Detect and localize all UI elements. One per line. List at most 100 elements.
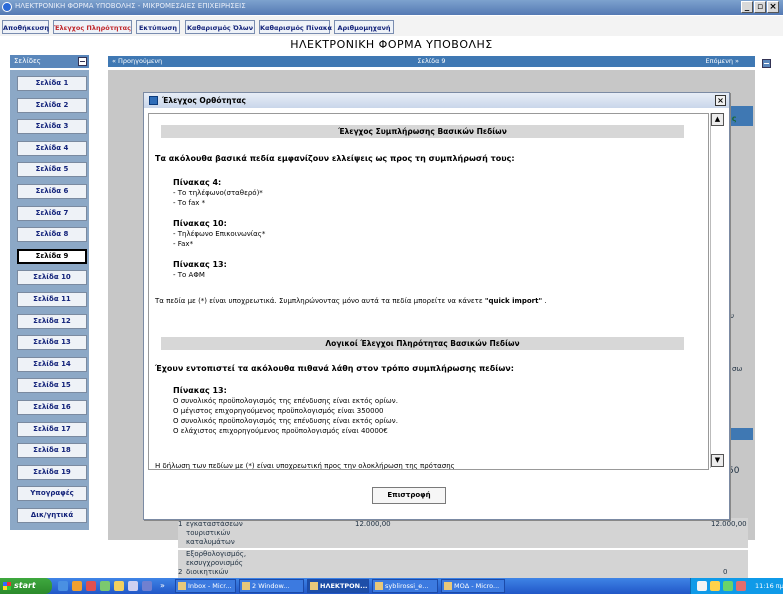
sidebar-item[interactable]: Σελίδα 2 [17,97,87,113]
sidebar-item[interactable]: Σελίδα 14 [17,356,87,372]
row-label: Εξορθολογισμός, [186,550,247,558]
start-button[interactable]: start [0,578,52,594]
tray-icon[interactable] [723,581,733,591]
print-button[interactable]: Εκτύπωση [136,20,180,34]
sidebar-item[interactable]: Σελίδα 18 [17,443,87,459]
row-label: τουριστικών [186,529,231,537]
sidebar-item[interactable]: Δικ/γητικά [17,508,87,523]
mail-icon[interactable] [86,581,96,591]
sidebar-item[interactable]: Σελίδα 15 [17,378,87,394]
scroll-up-arrow-icon[interactable]: ▲ [711,113,724,126]
sidebar-item[interactable]: Σελίδα 6 [17,184,87,199]
sidebar-item[interactable]: Σελίδα 9 [17,248,87,264]
collapse-panel-icon[interactable] [762,59,771,68]
sidebar: Σελίδα 1 Σελίδα 2 Σελίδα 3 Σελίδα 4 Σελίδα 5… [10,70,89,530]
missing-field: - Fax* [173,240,194,248]
media-icon[interactable] [100,581,110,591]
task-item[interactable]: syblirossi_e... [372,579,438,593]
sidebar-item[interactable]: Σελίδα 7 [17,205,87,221]
next-page-link[interactable]: Επόμενη » [706,56,739,67]
missing-field: - Τηλέφωνο Επικοινωνίας* [173,230,266,238]
row-label: καταλυμάτων [186,538,235,546]
partial-text: σω [732,365,743,373]
app-quicklaunch-icon[interactable] [128,581,138,591]
word-icon[interactable] [142,581,152,591]
completeness-check-button[interactable]: Έλεγχος Πληρότητας [53,20,132,34]
missing-field: - Το fax * [173,199,206,207]
dialog-close-button[interactable]: × [715,95,726,106]
scroll-down-arrow-icon[interactable]: ▼ [711,454,724,467]
window-title-bar: ΗΛΕΚΤΡΟΝΙΚΗ ΦΟΡΜΑ ΥΠΟΒΟΛΗΣ - ΜΙΚΡΟΜΕΣΑΙΕ… [0,0,783,15]
section-intro: Τα ακόλουθα βασικά πεδία εμφανίζουν ελλε… [155,154,515,163]
save-button[interactable]: Αποθήκευση [2,20,49,34]
validation-dialog: Έλεγχος Ορθότητας × Έλεγχος Συμπλήρωσης … [143,92,730,520]
sidebar-item[interactable]: Σελίδα 4 [17,140,87,156]
restore-button[interactable]: ▫ [754,1,766,13]
error-message: Ο μέγιστος επιχορηγούμενος προϋπολογισμό… [173,407,384,415]
task-item[interactable]: 2 Window... [239,579,304,593]
section-heading: Έλεγχος Συμπλήρωσης Βασικών Πεδίων [161,125,684,138]
task-item[interactable]: Inbox - Micr... [175,579,236,593]
budget-table-row: 1 εγκαταστάσεων τουριστικών καταλυμάτων … [178,518,748,548]
browser-icon[interactable] [72,581,82,591]
sidebar-header: Σελίδες [10,55,89,68]
sidebar-item[interactable]: Σελίδα 8 [17,227,87,243]
clear-table-button[interactable]: Καθαρισμός Πίνακα [259,20,332,34]
sidebar-item[interactable]: Σελίδα 12 [17,313,87,329]
collapse-sidebar-icon[interactable] [78,57,87,66]
minimize-button[interactable]: _ [741,1,753,13]
table-name: Πίνακας 13: [173,260,227,269]
row-label: εγκαταστάσεων [186,520,243,528]
budget-table-row: Εξορθολογισμός, εκσυγχρονισμός 2 διοικητ… [178,550,748,580]
clock: 11:16 πμ [755,582,783,590]
sidebar-item[interactable]: Σελίδα 19 [17,464,87,480]
row-number: 1 [178,520,183,528]
taskbar: start » Inbox - Micr... 2 Window... ΗΛΕΚ… [0,578,783,594]
sidebar-item[interactable]: Σελίδα 17 [17,421,87,437]
window-title: ΗΛΕΚΤΡΟΝΙΚΗ ΦΟΡΜΑ ΥΠΟΒΟΛΗΣ - ΜΙΚΡΟΜΕΣΑΙΕ… [15,2,246,10]
task-item-active[interactable]: ΗΛΕΚΤΡΟΝ... [307,579,369,593]
tray-icon[interactable] [736,581,746,591]
return-button[interactable]: Επιστροφή [372,487,446,504]
show-desktop-icon[interactable] [58,581,68,591]
row-value: 12.000,00 [355,520,391,528]
tray-icon[interactable] [697,581,707,591]
sidebar-title: Σελίδες [14,57,41,65]
sidebar-item[interactable]: Σελίδα 10 [17,270,87,286]
table-name: Πίνακας 13: [173,386,227,395]
required-fields-note: Τα πεδία με (*) είναι υποχρεωτικά. Συμπλ… [155,297,547,305]
dialog-title: Έλεγχος Ορθότητας [162,96,246,105]
clear-all-button[interactable]: Καθαρισμός Όλων [185,20,255,34]
table-name: Πίνακας 4: [173,178,222,187]
toolbar: Αποθήκευση Έλεγχος Πληρότητας Εκτύπωση Κ… [0,16,783,36]
current-page-label: Σελίδα 9 [417,57,446,65]
sidebar-item[interactable]: Σελίδα 13 [17,335,87,351]
sidebar-item[interactable]: Υπογραφές [17,486,87,502]
partial-text: υ [730,312,735,320]
table-name: Πίνακας 10: [173,219,227,228]
app-icon [2,2,12,12]
page-nav-bar: « Προηγούμενη Σελίδα 9 Επόμενη » [108,56,755,67]
sidebar-item[interactable]: Σελίδα 3 [17,119,87,135]
missing-field: - Το ΑΦΜ [173,271,205,279]
more-chevron-icon[interactable]: » [160,578,165,594]
dialog-scrollbar[interactable]: ▲ ▼ [710,113,725,468]
row-label: διοικητικών [186,568,229,576]
missing-field: - Το τηλέφωνο(σταθερό)* [173,189,263,197]
tray-icon[interactable] [710,581,720,591]
task-item[interactable]: ΜΟΔ - Micro... [441,579,505,593]
section-heading: Λογικοί Έλεγχοι Πληρότητας Βασικών Πεδίω… [161,337,684,350]
dialog-title-bar: Έλεγχος Ορθότητας × [144,93,729,108]
sidebar-item[interactable]: Σελίδα 1 [17,76,87,91]
scroll-thumb[interactable] [711,127,724,187]
error-message: Ο συνολικός προϋπολογισμός της επένδυσης… [173,417,398,425]
form-title: ΗΛΕΚΤΡΟΝΙΚΗ ΦΟΡΜΑ ΥΠΟΒΟΛΗΣ [290,38,493,51]
sidebar-item[interactable]: Σελίδα 11 [17,292,87,307]
row-label: εκσυγχρονισμός [186,559,243,567]
folder-icon[interactable] [114,581,124,591]
calculator-button[interactable]: Αριθμομηχανή [334,20,394,34]
sidebar-item[interactable]: Σελίδα 16 [17,400,87,415]
close-window-button[interactable]: × [767,1,779,13]
sidebar-item[interactable]: Σελίδα 5 [17,162,87,178]
row-total: 0 [723,568,728,576]
